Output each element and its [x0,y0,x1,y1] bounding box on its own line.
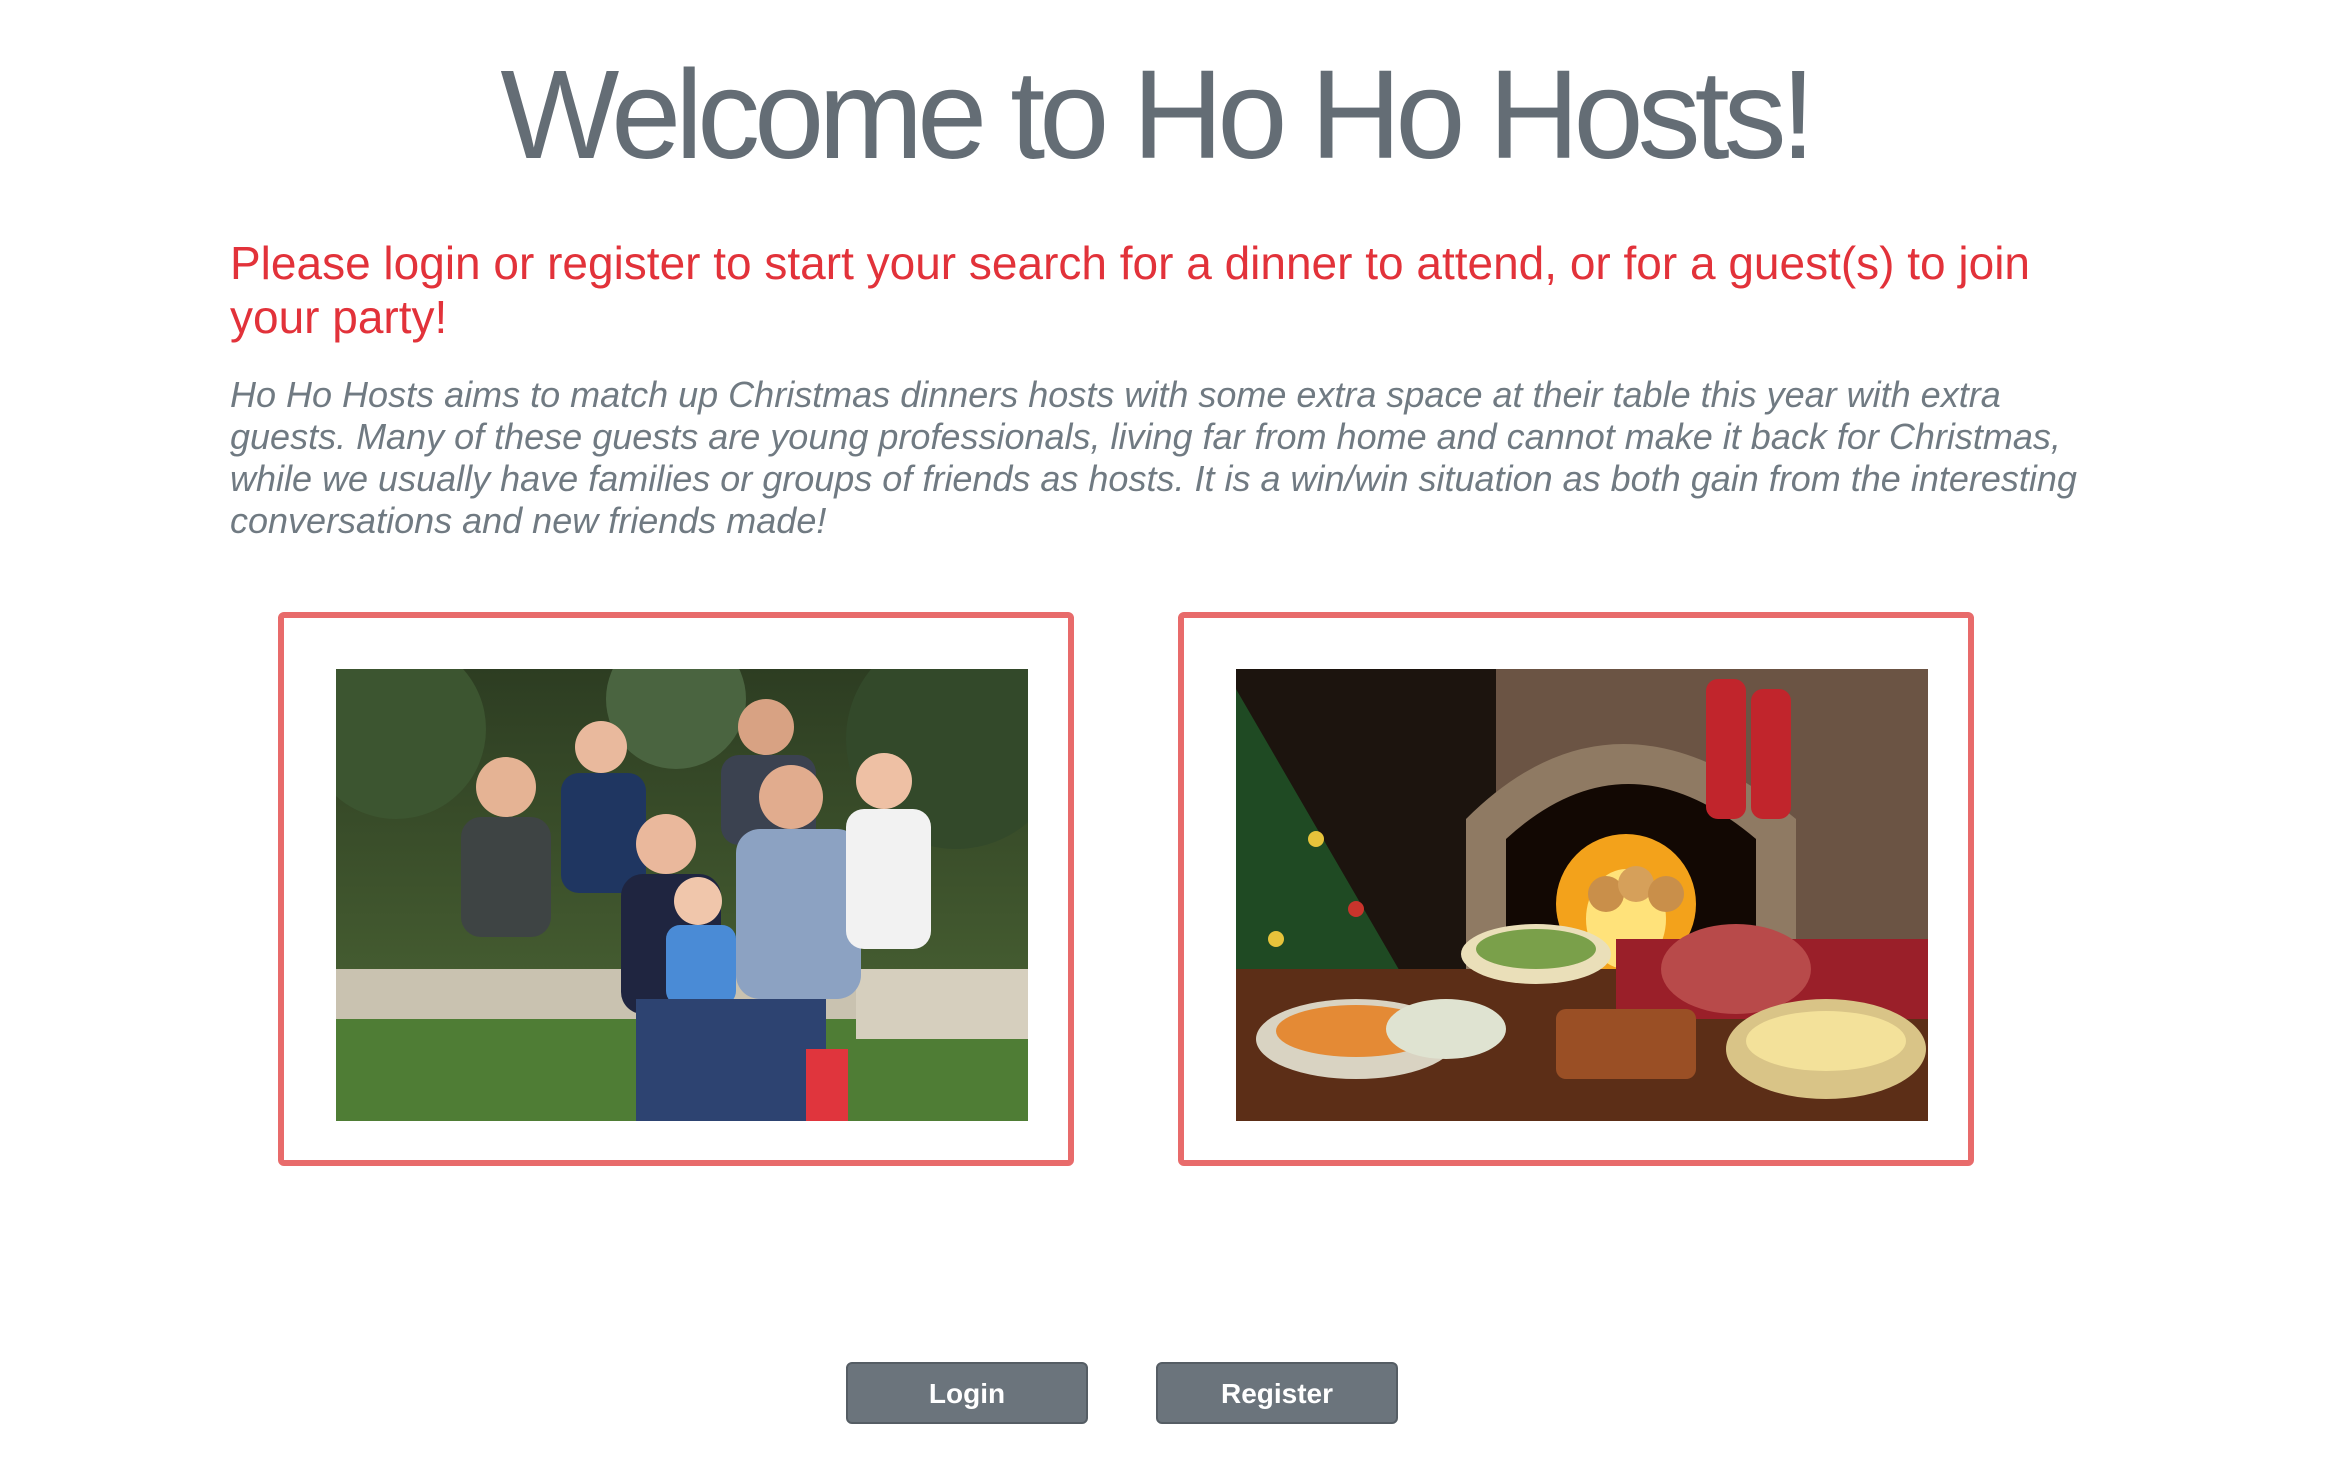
family-photo-card [278,612,1074,1166]
intro-heading: Please login or register to start your s… [230,237,2031,343]
intro-description: Ho Ho Hosts aims to match up Christmas d… [230,374,2077,541]
dinner-photo [1236,669,1928,1121]
login-button[interactable]: Login [846,1362,1088,1424]
dinner-photo-card [1178,612,1974,1166]
family-photo [336,669,1028,1121]
register-button[interactable]: Register [1156,1362,1398,1424]
page-title: Welcome to Ho Ho Hosts! [500,44,1815,185]
